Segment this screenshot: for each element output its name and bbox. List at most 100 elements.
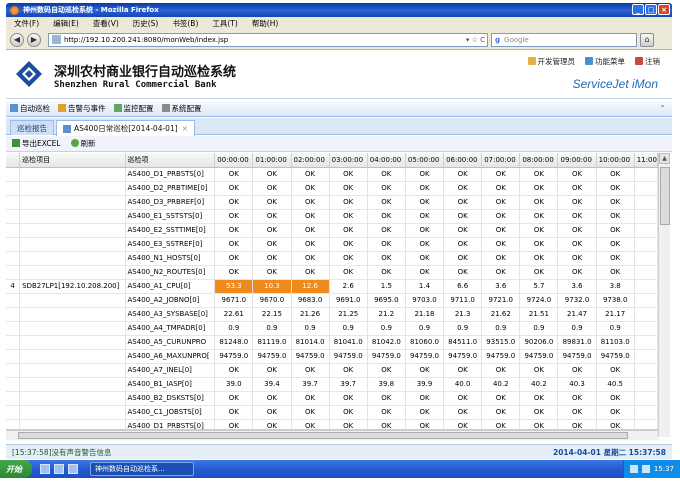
vertical-scrollbar[interactable]: ▲ [658,153,670,437]
column-header[interactable]: 巡检项目 [19,153,126,168]
column-header[interactable]: 00:00:00 [214,153,254,168]
table-cell-overflow [634,167,658,182]
browser-navbar: ◀ ▶ http://192.10.200.241:8080/monWeb/in… [6,30,672,50]
table-cell: 21.18 [405,307,445,322]
column-header[interactable]: 10:00:00 [596,153,635,168]
folder-icon[interactable] [68,464,78,474]
horizontal-scrollbar[interactable] [6,430,658,440]
column-header[interactable]: 01:00:00 [252,153,292,168]
menu-item[interactable]: 工具(T) [212,18,237,29]
row-index [6,377,21,392]
column-header[interactable]: 08:00:00 [519,153,559,168]
search-input[interactable]: g Google [491,32,637,47]
table-cell: OK [481,391,521,406]
export-excel-button[interactable]: 导出EXCEL [12,138,61,149]
windows-taskbar: 开始 神州数码自动巡检系... 15:37 [0,460,680,478]
table-cell: 21.17 [596,307,635,322]
column-header[interactable]: 巡检项 [125,153,216,168]
tab-as400-daily[interactable]: AS400日常巡检[2014-04-01] × [56,120,195,136]
row-index [6,293,21,308]
table-cell: 21.26 [291,307,330,322]
menu-link[interactable]: 功能菜单 [585,56,625,67]
horizontal-scroll-thumb[interactable] [18,432,628,439]
column-header[interactable]: 07:00:00 [481,153,521,168]
start-button[interactable]: 开始 [0,460,32,478]
table-row[interactable]: AS400_D1_PRBSTS[0] OK OK OK OK OK OK OK OK OK OK OK [6,419,658,429]
table-cell: OK [557,167,597,182]
column-header[interactable]: 03:00:00 [329,153,368,168]
table-row[interactable]: AS400_A3_SYSBASE[0] 22.61 22.15 21.26 21.25 2… [6,307,658,322]
column-header[interactable]: 09:00:00 [557,153,597,168]
close-icon[interactable]: × [658,4,670,15]
table-cell: OK [214,405,254,420]
refresh-button[interactable]: 刷新 [70,138,96,149]
table-row[interactable]: AS400_A4_TMPADR[0] 0.9 0.9 0.9 0.9 0.9 0.9 0.9 0… [6,321,658,336]
menu-item[interactable]: 编辑(E) [53,18,79,29]
module-monitor-config[interactable]: 监控配置 [113,103,154,114]
excel-icon [12,139,20,147]
user-link[interactable]: 开发管理员 [527,56,575,67]
inspection-target [19,251,126,266]
module-alarm[interactable]: 告警与事件 [58,103,106,114]
menu-item[interactable]: 文件(F) [14,18,39,29]
table-cell: 94759.0 [443,349,483,364]
column-header[interactable]: 02:00:00 [291,153,330,168]
menu-item[interactable]: 帮助(H) [252,18,279,29]
column-header[interactable]: 06:00:00 [443,153,483,168]
menu-item[interactable]: 查看(V) [93,18,119,29]
browser-icon[interactable] [54,464,64,474]
table-cell: OK [557,237,597,252]
table-row[interactable]: AS400_D1_PRBSTS[0] OK OK OK OK OK OK OK OK OK OK OK [6,167,658,182]
collapse-icon[interactable]: ⌃ [659,104,666,113]
table-cell: OK [596,391,635,406]
table-row[interactable]: AS400_A5_CURUNPRO 81248.0 81119.0 81014.0 81… [6,335,658,350]
table-cell: 94759.0 [519,349,559,364]
forward-icon[interactable]: ▶ [27,32,41,47]
volume-icon[interactable] [641,465,650,473]
inspection-target [19,167,126,182]
table-row[interactable]: AS400_B2_DSKSTS[0] OK OK OK OK OK OK OK OK OK OK OK [6,391,658,406]
desktop-icon[interactable] [40,464,50,474]
column-header[interactable]: 11:00 [634,153,658,168]
taskbar-firefox-item[interactable]: 神州数码自动巡检系... [90,462,194,476]
inspection-item: AS400_A7_INEL[0] [125,363,216,378]
logout-link[interactable]: 注销 [635,56,660,67]
tab-report[interactable]: 巡检报告 [10,120,54,135]
table-row[interactable]: AS400_E1_SSTSTS[0] OK OK OK OK OK OK OK OK OK OK OK [6,209,658,224]
tab-close-icon[interactable]: × [182,124,188,133]
table-row[interactable]: AS400_D2_PRBTIME[0] OK OK OK OK OK OK OK OK OK OK O… [6,181,658,196]
table-row[interactable]: AS400_E3_SSTREF[0] OK OK OK OK OK OK OK OK OK OK OK [6,237,658,252]
column-header[interactable]: 04:00:00 [367,153,406,168]
table-cell: OK [367,419,406,429]
table-row[interactable]: AS400_N1_HOSTS[0] OK OK OK OK OK OK OK OK OK OK OK [6,251,658,266]
table-cell: OK [405,391,445,406]
table-row[interactable]: AS400_A2_JOBNO[0] 9671.0 9670.0 9683.0 9691.… [6,293,658,308]
address-bar[interactable]: http://192.10.200.241:8080/monWeb/index.… [48,32,488,47]
reload-icon[interactable]: ▾ ☆ C [466,36,485,44]
back-icon[interactable]: ◀ [10,32,24,47]
table-row[interactable]: AS400_D3_PRBREF[0] OK OK OK OK OK OK OK OK OK OK OK [6,195,658,210]
app-header: 深圳农村商业银行自动巡检系统 Shenzhen Rural Commercial… [6,51,672,99]
table-cell: 81041.0 [329,335,368,350]
table-row[interactable]: 4 SDB27LP1[192.10.208.200] AS400_A1_CPU[0]… [6,279,658,294]
menu-item[interactable]: 历史(S) [133,18,159,29]
column-header[interactable]: 05:00:00 [405,153,445,168]
table-row[interactable]: AS400_A7_INEL[0] OK OK OK OK OK OK OK OK OK OK OK [6,363,658,378]
refresh-icon [70,139,79,147]
minimize-icon[interactable]: _ [632,4,644,15]
menu-item[interactable]: 书签(B) [172,18,198,29]
scroll-up-icon[interactable]: ▲ [659,153,670,164]
module-system-config[interactable]: 系统配置 [161,103,202,114]
table-row[interactable]: AS400_E2_SSTTIME[0] OK OK OK OK OK OK OK OK OK OK O… [6,223,658,238]
table-row[interactable]: AS400_A6_MAXUNPRO[94759.0 94759.0 94759.0 9… [6,349,658,364]
maximize-icon[interactable]: □ [645,4,657,15]
table-row[interactable]: AS400_B1_IASP[0] 39.0 39.4 39.7 39.7 39.8 39.9… [6,377,658,392]
table-row[interactable]: AS400_C1_JOBSTS[0] OK OK OK OK OK OK OK OK OK OK OK [6,405,658,420]
table-row[interactable]: AS400_N2_ROUTES[0] OK OK OK OK OK OK OK OK OK OK OK [6,265,658,280]
network-icon[interactable] [629,465,638,473]
home-icon[interactable]: ⌂ [640,32,654,47]
table-cell: OK [367,223,406,238]
module-auto-inspection[interactable]: 自动巡检 [10,103,50,114]
table-cell: OK [405,265,445,280]
vertical-scroll-thumb[interactable] [660,167,670,225]
